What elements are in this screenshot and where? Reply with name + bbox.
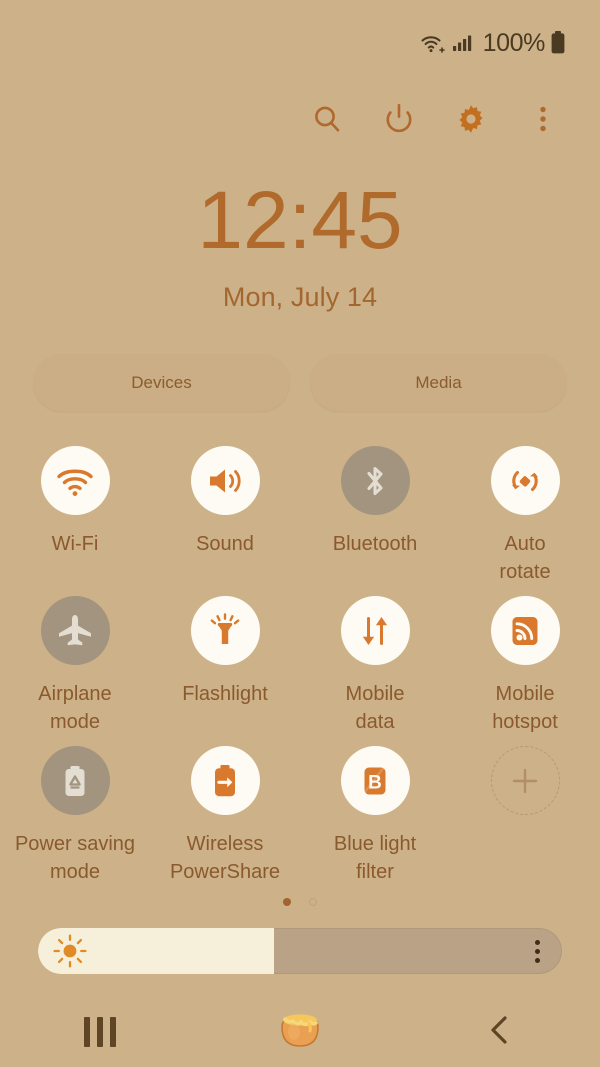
page-indicator xyxy=(0,898,600,906)
brightness-options-icon[interactable] xyxy=(535,928,540,974)
toggle-wifi-tile[interactable]: Wi-Fi xyxy=(0,446,150,596)
devices-media-row: Devices Media xyxy=(34,354,566,411)
quick-toggle-grid: Wi-Fi Sound Bluetooth Auto rotate Airpla… xyxy=(0,446,600,896)
toggle-label: Bluetooth xyxy=(332,533,418,555)
toggle-auto-rotate-tile[interactable]: Auto rotate xyxy=(450,446,600,596)
toggle-flashlight-tile[interactable]: Flashlight xyxy=(150,596,300,746)
page-dot[interactable] xyxy=(309,898,317,906)
toggle-wireless-powershare-tile[interactable]: Wireless PowerShare xyxy=(150,746,300,896)
wifi-plus-icon xyxy=(420,31,448,55)
bluetooth-icon[interactable] xyxy=(340,446,410,515)
sound-icon[interactable] xyxy=(190,446,260,515)
clock-date: Mon, July 14 xyxy=(222,282,378,312)
recents-button[interactable] xyxy=(45,1001,155,1063)
brightness-sun-icon xyxy=(52,933,88,974)
toggle-airplane-tile[interactable]: Airplane mode xyxy=(0,596,150,746)
toggle-mobile-hotspot-tile[interactable]: Mobile hotspot xyxy=(450,596,600,746)
add-tile-icon[interactable] xyxy=(490,746,560,815)
cellular-signal-icon xyxy=(452,31,474,55)
mobile-hotspot-icon[interactable] xyxy=(490,596,560,665)
toolbar xyxy=(0,88,600,150)
toggle-label: Auto rotate xyxy=(499,533,551,584)
toggle-bluetooth-tile[interactable]: Bluetooth xyxy=(300,446,450,596)
toggle-blue-light-filter-tile[interactable]: B Blue light filter xyxy=(300,746,450,896)
power-icon[interactable] xyxy=(376,96,422,142)
toggle-mobile-data-tile[interactable]: Mobile data xyxy=(300,596,450,746)
toggle-label: Wireless PowerShare xyxy=(169,833,281,884)
navigation-bar xyxy=(0,997,600,1067)
clock-time[interactable]: 12:45 xyxy=(0,180,600,262)
toggle-label: Mobile data xyxy=(345,683,405,734)
devices-button[interactable]: Devices xyxy=(34,354,289,411)
status-bar: 100% xyxy=(0,0,600,86)
clock-area: 12:45 Mon, July 14 xyxy=(0,180,600,313)
toggle-sound-tile[interactable]: Sound xyxy=(150,446,300,596)
wifi-icon[interactable] xyxy=(40,446,110,515)
battery-percent-label: 100% xyxy=(482,28,546,57)
media-button[interactable]: Media xyxy=(311,354,566,411)
power-saving-icon[interactable] xyxy=(40,746,110,815)
svg-text:B: B xyxy=(368,772,382,793)
toggle-label: Mobile hotspot xyxy=(492,683,558,734)
page-dot[interactable] xyxy=(283,898,291,906)
back-button[interactable] xyxy=(445,1001,555,1063)
flashlight-icon[interactable] xyxy=(190,596,260,665)
recents-icon xyxy=(84,1017,116,1047)
blue-light-filter-icon[interactable]: B xyxy=(340,746,410,815)
overflow-menu-icon[interactable] xyxy=(520,96,566,142)
toggle-add-tile-tile[interactable] xyxy=(450,746,600,896)
toggle-label: Sound xyxy=(196,533,254,555)
toggle-power-saving-tile[interactable]: Power saving mode xyxy=(0,746,150,896)
search-icon[interactable] xyxy=(304,96,350,142)
home-button[interactable] xyxy=(245,1001,355,1063)
honey-pot-icon xyxy=(274,1005,326,1060)
toggle-label: Airplane mode xyxy=(38,683,112,734)
toggle-label: Wi-Fi xyxy=(51,533,99,555)
mobile-data-icon[interactable] xyxy=(340,596,410,665)
airplane-icon[interactable] xyxy=(40,596,110,665)
wireless-powershare-icon[interactable] xyxy=(190,746,260,815)
brightness-slider[interactable] xyxy=(38,928,562,974)
auto-rotate-icon[interactable] xyxy=(490,446,560,515)
battery-full-icon xyxy=(550,30,566,56)
toggle-label: Flashlight xyxy=(182,683,268,705)
toggle-label: Blue light filter xyxy=(333,833,417,884)
toggle-label: Power saving mode xyxy=(14,833,136,884)
gear-icon[interactable] xyxy=(448,96,494,142)
back-chevron-icon xyxy=(483,1013,517,1052)
